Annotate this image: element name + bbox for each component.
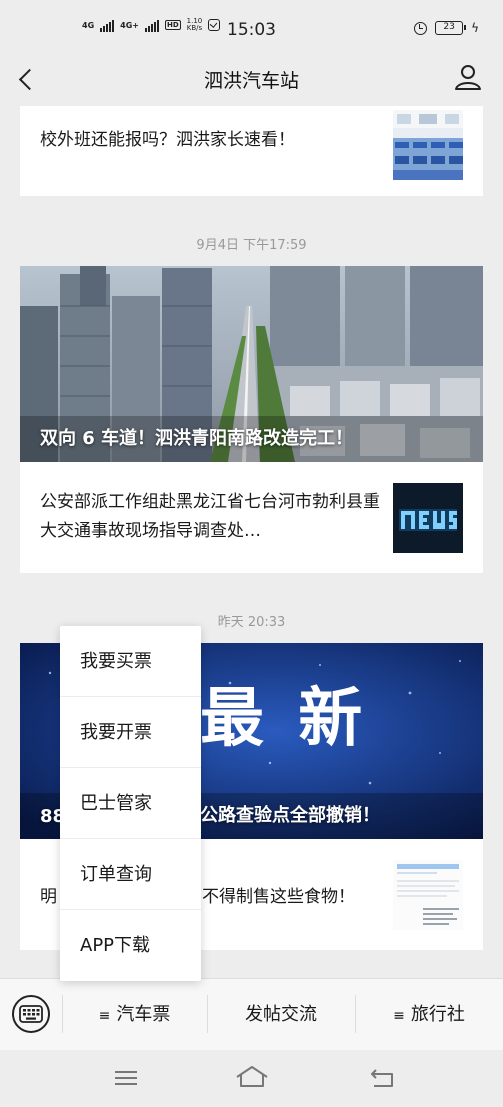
menu-list-icon: ≡	[393, 1008, 405, 1024]
popup-item-order-query[interactable]: 订单查询	[60, 839, 201, 910]
article-card[interactable]: 校外班还能报吗？泗洪家长速看！	[20, 106, 483, 196]
popup-item-bus-manager[interactable]: 巴士管家	[60, 768, 201, 839]
alarm-icon	[414, 21, 428, 35]
popup-item-buy-ticket[interactable]: 我要买票	[60, 626, 201, 697]
article-thumbnail[interactable]	[393, 860, 463, 930]
menu-label: 汽车票	[116, 1004, 171, 1025]
article-title[interactable]: 公安部派工作组赴黑龙江省七台河市勃利县重大交通事故现场指导调查处…	[40, 488, 383, 546]
article-group-card: 双向 6 车道！泗洪青阳南路改造完工！ 公安部派工作组赴黑龙江省七台河市勃利县重…	[20, 266, 483, 573]
menu-bus-ticket[interactable]: ≡ 汽车票	[62, 979, 207, 1051]
menu-list-icon: ≡	[98, 1008, 111, 1024]
article-title[interactable]: 校外班还能报吗？泗洪家长速看！	[40, 126, 383, 155]
cover-big-text: 最 新	[200, 682, 369, 756]
popup-item-app-download[interactable]: APP下载	[60, 910, 201, 981]
status-bar: 4G 4G+ HD 1.10 KB/s 15:03 23 ϟ	[0, 0, 503, 60]
cover-article-title[interactable]: 双向 6 车道！泗洪青阳南路改造完工！	[40, 424, 463, 450]
battery-icon: 23	[435, 21, 467, 35]
cover-article-title[interactable]: 公路查验点全部撤销！	[200, 801, 463, 827]
top-nav-bar: 泗洪汽车站	[0, 60, 503, 106]
article-thumbnail[interactable]	[393, 483, 463, 553]
home-icon[interactable]	[234, 1062, 270, 1092]
back-nav-icon[interactable]	[366, 1062, 400, 1092]
system-nav-bar	[0, 1050, 503, 1107]
menu-post-exchange[interactable]: 发帖交流	[207, 979, 355, 1051]
bottom-menu-bar: ≡ 汽车票 发帖交流 ≡ 旅行社	[0, 978, 503, 1050]
user-icon[interactable]	[453, 62, 483, 92]
keyboard-icon[interactable]	[12, 995, 50, 1033]
popup-item-invoice[interactable]: 我要开票	[60, 697, 201, 768]
cover-article[interactable]: 双向 6 车道！泗洪青阳南路改造完工！	[20, 266, 483, 462]
recent-apps-icon[interactable]	[110, 1064, 142, 1092]
article-thumbnail[interactable]	[393, 110, 463, 180]
menu-label: 旅行社	[410, 1004, 465, 1025]
submenu-popup: 我要买票 我要开票 巴士管家 订单查询 APP下载	[60, 626, 201, 981]
timestamp: 9月4日 下午17:59	[196, 238, 307, 253]
menu-label: 发帖交流	[245, 1004, 317, 1025]
menu-travel-agency[interactable]: ≡ 旅行社	[355, 979, 503, 1051]
article-title[interactable]: 不得制售这些食物！	[202, 883, 383, 912]
page-title: 泗洪汽车站	[203, 70, 299, 92]
charging-icon: ϟ	[471, 21, 479, 35]
status-right: 23 ϟ	[414, 21, 479, 35]
